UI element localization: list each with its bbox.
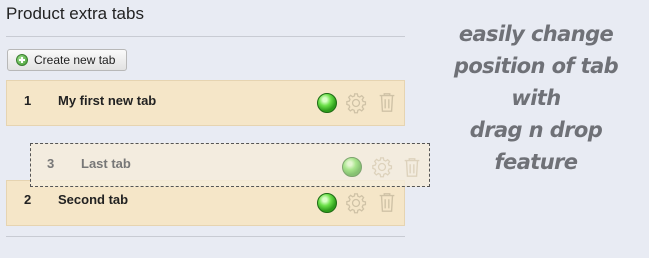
- create-new-tab-button[interactable]: Create new tab: [7, 49, 127, 71]
- gear-icon[interactable]: [345, 192, 367, 214]
- caption-line: drag n drop feature: [469, 118, 603, 174]
- tab-row[interactable]: 1 My first new tab: [6, 80, 405, 126]
- tab-position: 2: [24, 192, 32, 207]
- tab-position: 1: [24, 93, 32, 108]
- green-status-icon[interactable]: [317, 193, 337, 213]
- tab-name: Second tab: [58, 192, 129, 207]
- trash-icon[interactable]: [401, 156, 423, 178]
- caption-line: position of tab with: [453, 54, 619, 110]
- page-title: Product extra tabs: [6, 4, 144, 23]
- plus-circle-icon: [16, 54, 28, 66]
- gear-icon[interactable]: [371, 156, 393, 178]
- tab-position: 3: [47, 156, 55, 171]
- create-new-tab-label: Create new tab: [34, 53, 116, 67]
- trash-icon[interactable]: [376, 91, 398, 113]
- caption-line: easily change: [458, 22, 614, 46]
- divider: [6, 36, 405, 37]
- tab-name: My first new tab: [58, 93, 157, 108]
- trash-icon[interactable]: [376, 191, 398, 213]
- green-status-icon[interactable]: [342, 157, 362, 177]
- gear-icon[interactable]: [345, 92, 367, 114]
- feature-caption: easily change position of tab with drag …: [436, 18, 636, 178]
- divider: [6, 236, 405, 237]
- tab-name: Last tab: [81, 156, 131, 171]
- dragging-tab-row[interactable]: 3 Last tab: [30, 143, 430, 187]
- green-status-icon[interactable]: [317, 93, 337, 113]
